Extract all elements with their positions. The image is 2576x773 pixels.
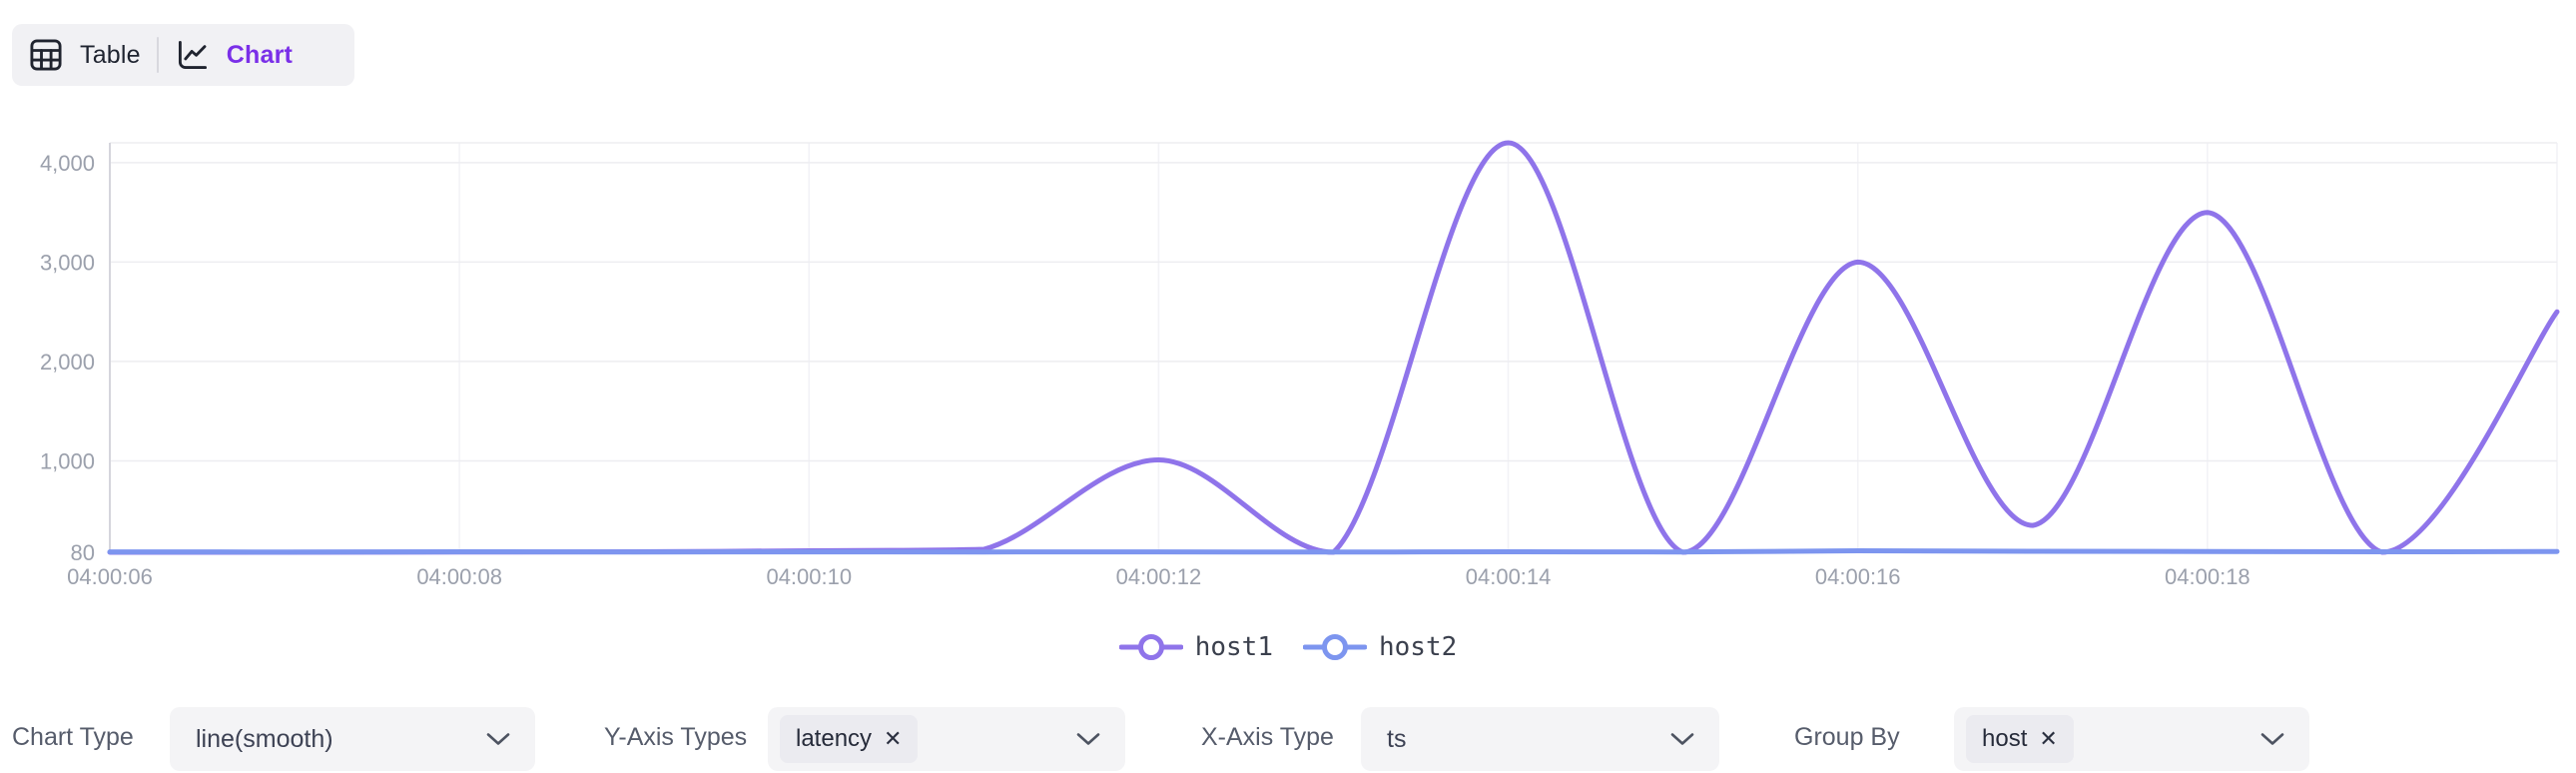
tag-label: latency	[796, 725, 872, 753]
line-chart: 80 1,000 2,000 3,000 4,000 04:00:06 04:00:08 04…	[0, 0, 2576, 619]
y-axis-tick-label: 3,000	[40, 250, 95, 275]
y-axis-tick-label: 1,000	[40, 448, 95, 473]
legend-marker-icon	[1303, 631, 1367, 663]
chevron-down-icon	[2259, 731, 2285, 747]
legend-label: host2	[1379, 632, 1457, 662]
y-axis-types-label: Y-Axis Types	[604, 705, 747, 769]
x-axis-tick-label: 04:00:18	[2165, 564, 2251, 589]
chart-view-screen: Table Chart 801,0002,0003,0004,00004:00:…	[0, 0, 2576, 773]
group-by-select[interactable]: host ✕	[1954, 707, 2309, 771]
y-axis-tick-label: 80	[71, 540, 95, 565]
group-by-tag-host: host ✕	[1966, 715, 2074, 763]
tag-label: host	[1982, 725, 2027, 753]
y-axis-tick-label: 2,000	[40, 350, 95, 375]
legend-item-host2[interactable]: host2	[1303, 631, 1457, 663]
remove-tag-button[interactable]: ✕	[884, 728, 902, 750]
chevron-down-icon	[1669, 731, 1695, 747]
x-axis-tick-label: 04:00:08	[416, 564, 502, 589]
series-line-host2	[110, 551, 2557, 552]
chart-type-label: Chart Type	[12, 705, 134, 769]
x-axis-type-label: X-Axis Type	[1201, 705, 1334, 769]
chevron-down-icon	[485, 731, 511, 747]
y-axis-tick-label: 4,000	[40, 151, 95, 176]
x-axis-tick-label: 04:00:14	[1466, 564, 1552, 589]
y-axis-tag-latency: latency ✕	[780, 715, 918, 763]
legend-marker-icon	[1119, 631, 1183, 663]
remove-tag-button[interactable]: ✕	[2039, 728, 2057, 750]
chevron-down-icon	[1075, 731, 1101, 747]
chart-controls: Chart Type line(smooth) Y-Axis Types lat…	[0, 705, 2576, 773]
series-line-host1	[110, 143, 2557, 552]
legend-item-host1[interactable]: host1	[1119, 631, 1273, 663]
x-axis-type-select[interactable]: ts	[1361, 707, 1719, 771]
chart-type-select[interactable]: line(smooth)	[170, 707, 535, 771]
chart-type-value: line(smooth)	[196, 725, 333, 754]
x-axis-type-value: ts	[1387, 725, 1406, 754]
x-axis-tick-label: 04:00:12	[1116, 564, 1202, 589]
legend-label: host1	[1195, 632, 1273, 662]
y-axis-types-select[interactable]: latency ✕	[768, 707, 1125, 771]
x-axis-tick-label: 04:00:06	[67, 564, 153, 589]
x-axis-tick-label: 04:00:10	[766, 564, 852, 589]
chart-legend: host1 host2	[0, 628, 2576, 666]
group-by-label: Group By	[1794, 705, 1900, 769]
x-axis-tick-label: 04:00:16	[1815, 564, 1901, 589]
